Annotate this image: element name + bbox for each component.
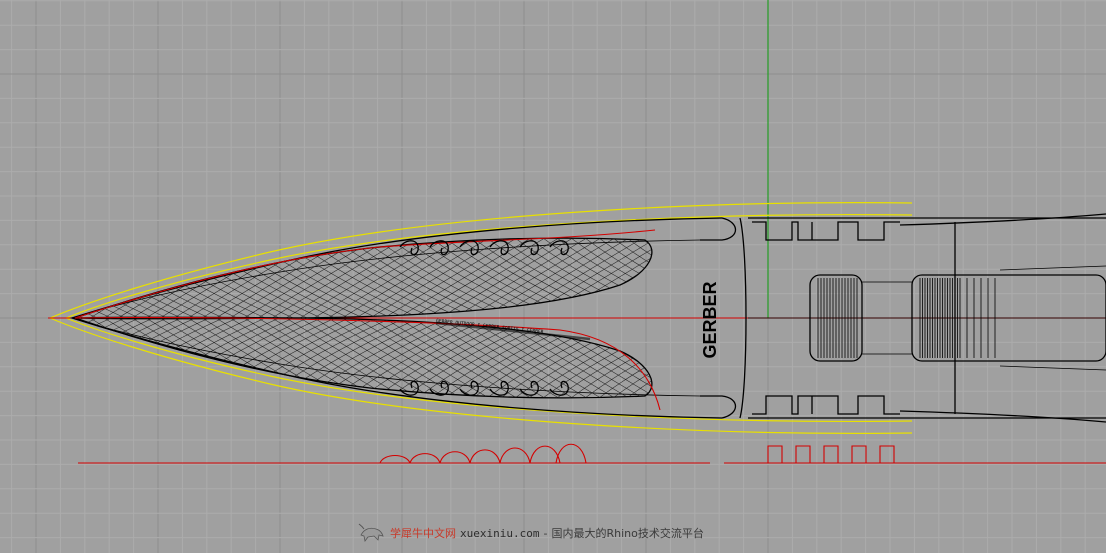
site-watermark: 学犀牛中文网 xuexiniu.com - 国内最大的Rhino技术交流平台 [358, 523, 704, 543]
spine-engraving: GERBER OUTDOOR I GERBER FORTIS I GERBER [436, 318, 591, 341]
watermark-brand: 学犀牛中文网 [390, 527, 456, 540]
ox-logo-icon [358, 523, 384, 542]
viewport-canvas[interactable]: GERBER OUTDOOR I GERBER FORTIS I GERBER … [0, 0, 1106, 553]
watermark-tagline: 国内最大的Rhino技术交流平台 [551, 527, 704, 540]
watermark-separator: - [543, 526, 548, 540]
gerber-logo-text: GERBER [700, 281, 720, 358]
profile-guide-curves [78, 443, 1106, 464]
watermark-domain[interactable]: xuexiniu.com [460, 527, 539, 540]
rhino-viewport[interactable]: GERBER OUTDOOR I GERBER FORTIS I GERBER … [0, 0, 1106, 553]
construction-grid [0, 0, 1106, 553]
